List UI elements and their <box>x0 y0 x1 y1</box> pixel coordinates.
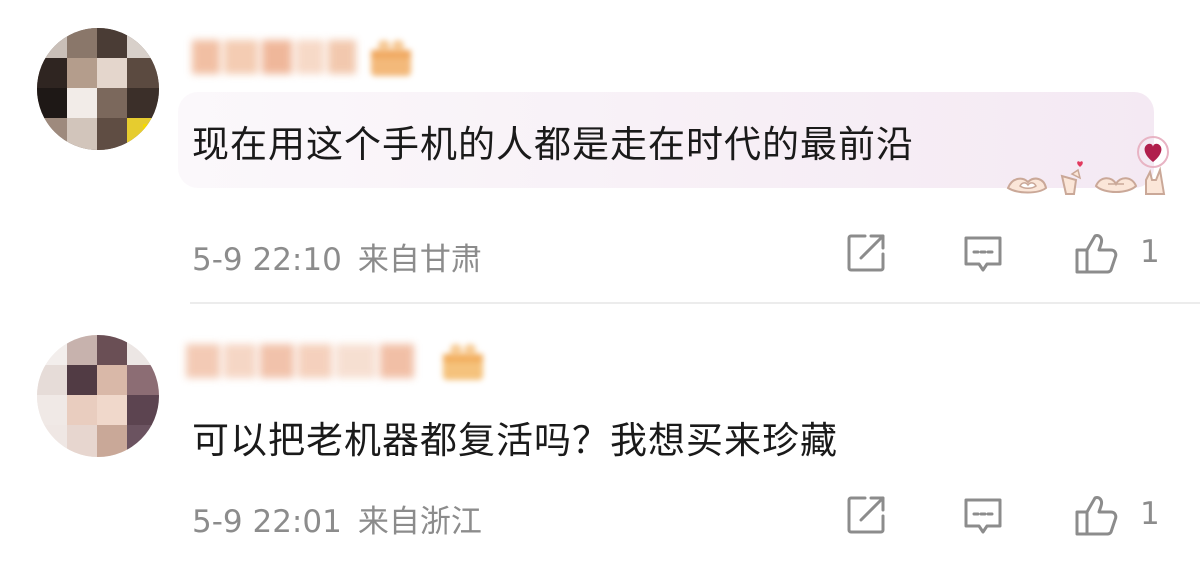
username-blurred[interactable] <box>186 344 416 378</box>
user-avatar[interactable] <box>37 28 159 150</box>
comment-time: 5-9 22:01 <box>192 504 342 540</box>
like-count: 1 <box>1140 496 1160 532</box>
reply-button[interactable] <box>960 492 1006 538</box>
reply-icon <box>964 498 1002 534</box>
gift-badge-icon <box>368 38 414 78</box>
comment-text: 现在用这个手机的人都是走在时代的最前沿 <box>192 123 914 166</box>
comment-location: 来自浙江 <box>357 504 482 540</box>
comment-feed: 现在用这个手机的人都是走在时代的最前沿 5-9 22:10 来自甘肃 1 可以把… <box>0 0 1200 561</box>
thumbs-up-icon <box>1075 234 1118 274</box>
share-icon <box>847 496 885 534</box>
like-button[interactable] <box>1073 230 1119 276</box>
reply-icon <box>964 236 1002 272</box>
share-button[interactable] <box>843 492 889 538</box>
gift-badge-icon <box>440 342 486 382</box>
username-blurred[interactable] <box>192 40 357 74</box>
user-avatar[interactable] <box>37 335 159 457</box>
share-button[interactable] <box>843 230 889 276</box>
like-count: 1 <box>1140 234 1160 270</box>
comment-item: 现在用这个手机的人都是走在时代的最前沿 5-9 22:10 来自甘肃 1 <box>0 0 1200 303</box>
thumbs-up-icon <box>1075 496 1118 536</box>
comment-location: 来自甘肃 <box>357 242 482 278</box>
heart-hand-gestures-icon <box>1000 132 1180 202</box>
like-button[interactable] <box>1073 492 1119 538</box>
comment-item: 可以把老机器都复活吗？我想买来珍藏 5-9 22:01 来自浙江 1 <box>0 304 1200 561</box>
share-icon <box>847 234 885 272</box>
reply-button[interactable] <box>960 230 1006 276</box>
comment-meta: 5-9 22:10 来自甘肃 <box>192 234 482 279</box>
comment-text: 可以把老机器都复活吗？我想买来珍藏 <box>192 419 838 462</box>
comment-time: 5-9 22:10 <box>192 242 342 278</box>
comment-meta: 5-9 22:01 来自浙江 <box>192 496 482 541</box>
